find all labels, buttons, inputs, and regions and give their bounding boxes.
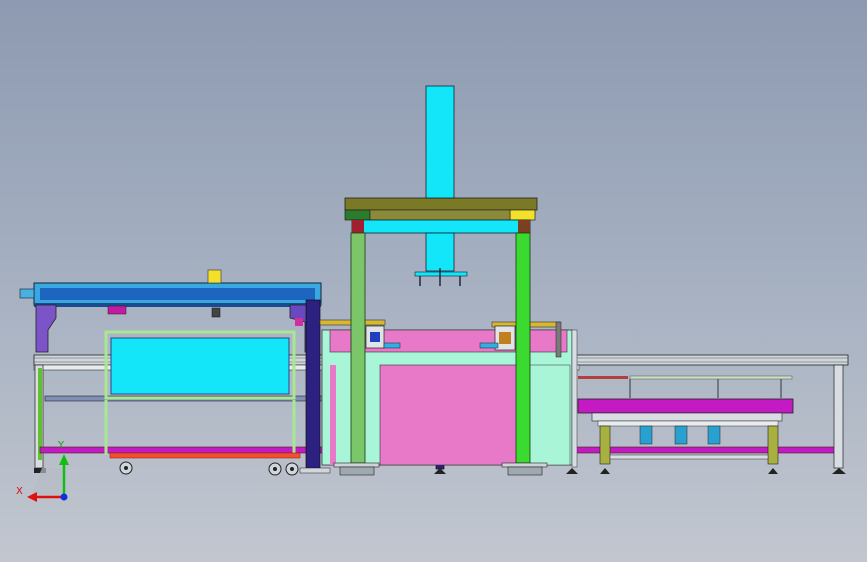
coordinate-triad: [27, 454, 69, 502]
triad-y-label: Y: [58, 440, 65, 451]
right-conveyor-table: [577, 375, 794, 474]
caster-wheels: [119, 461, 299, 476]
left-frame-legs: [34, 364, 46, 473]
floor-feet: [299, 467, 331, 474]
carriage-yellow-block: [207, 269, 222, 284]
cad-viewport[interactable]: X Y: [0, 0, 867, 562]
gantry-header: [344, 197, 538, 234]
machine-elevation-drawing: [19, 85, 849, 502]
vertical-lift-column: [414, 85, 468, 286]
left-glass-frame: [104, 330, 301, 459]
triad-x-label: X: [16, 486, 23, 497]
